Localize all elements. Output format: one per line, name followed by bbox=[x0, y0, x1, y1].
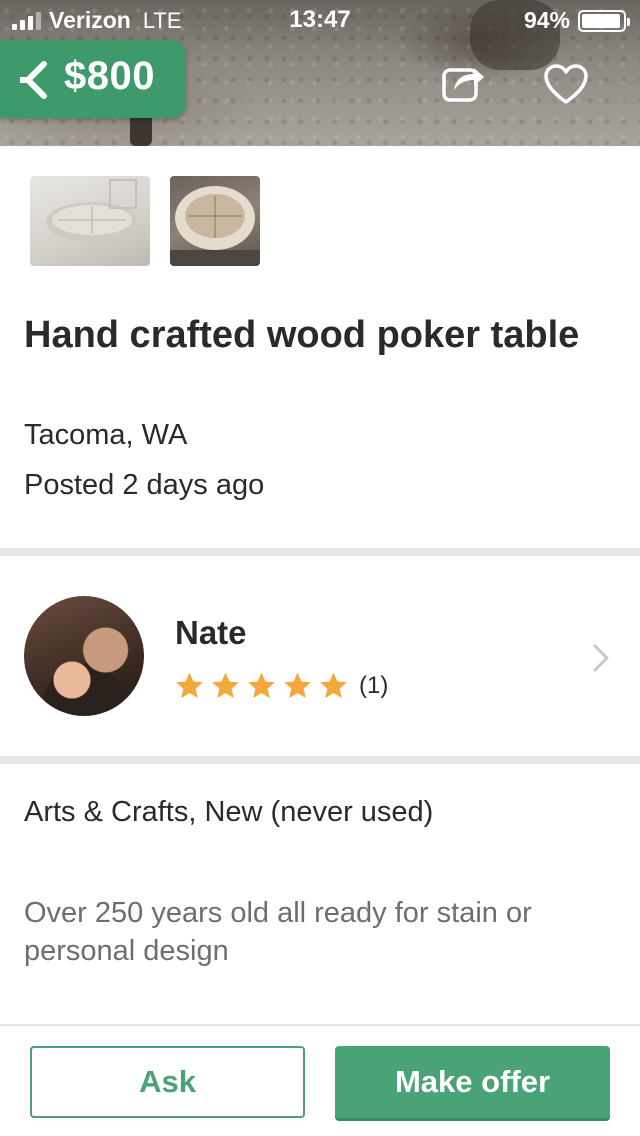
seller-name: Nate bbox=[175, 614, 247, 651]
listing-title: Hand crafted wood poker table bbox=[24, 314, 580, 356]
listing-price: $800 bbox=[64, 54, 155, 98]
battery-fill bbox=[582, 13, 620, 28]
listing-posted-time: Posted 2 days ago bbox=[24, 469, 265, 501]
status-bar-right: 94% bbox=[523, 7, 630, 34]
star-icon bbox=[212, 672, 239, 698]
heart-icon[interactable] bbox=[542, 62, 590, 106]
listing-location: Tacoma, WA bbox=[24, 419, 188, 451]
chevron-left-icon[interactable] bbox=[20, 60, 50, 100]
ask-button[interactable]: Ask bbox=[30, 1046, 305, 1118]
star-icon bbox=[248, 672, 275, 698]
listing-category: Arts & Crafts, New (never used) bbox=[24, 796, 434, 828]
star-icon bbox=[284, 672, 311, 698]
seller-rating: (1) bbox=[173, 670, 388, 702]
share-icon[interactable] bbox=[440, 60, 488, 104]
avatar bbox=[24, 596, 144, 716]
thumbnail-strip bbox=[30, 176, 260, 266]
action-bar: Ask Make offer bbox=[0, 1024, 640, 1136]
listing-description: Over 250 years old all ready for stain o… bbox=[24, 897, 532, 967]
section-divider bbox=[0, 548, 640, 556]
make-offer-button[interactable]: Make offer bbox=[335, 1046, 610, 1118]
seller-row[interactable]: Nate (1) bbox=[0, 556, 640, 756]
listing-thumbnail[interactable] bbox=[170, 176, 260, 266]
battery-percent: 94% bbox=[523, 7, 570, 33]
thumbnail-image bbox=[46, 179, 138, 242]
thumbnail-image bbox=[170, 186, 260, 266]
star-icon bbox=[320, 672, 347, 698]
status-bar: Verizon LTE 13:47 94% bbox=[0, 0, 640, 40]
chevron-right-icon[interactable] bbox=[590, 642, 612, 674]
rating-count: (1) bbox=[359, 672, 389, 699]
battery-icon bbox=[578, 9, 630, 32]
star-icon bbox=[176, 672, 203, 698]
listing-thumbnail[interactable] bbox=[30, 176, 150, 266]
section-divider bbox=[0, 756, 640, 764]
